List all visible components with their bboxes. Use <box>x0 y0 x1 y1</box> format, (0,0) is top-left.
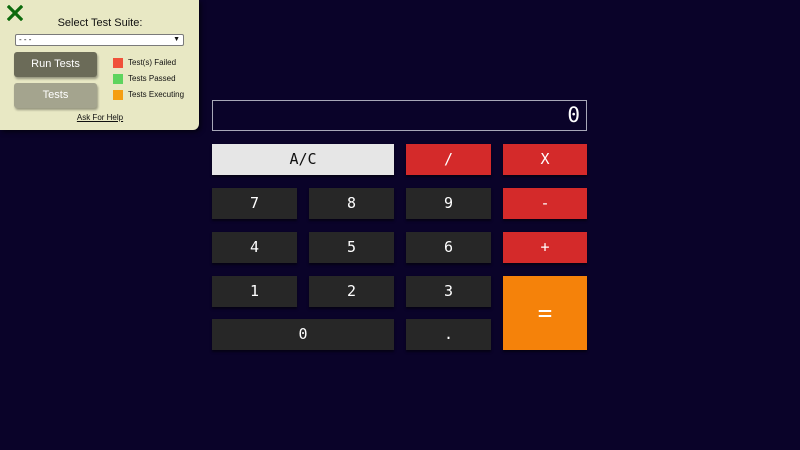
run-tests-button[interactable]: Run Tests <box>14 52 97 77</box>
suite-select-value: - - - <box>19 35 32 44</box>
legend-swatch-executing <box>113 90 123 100</box>
multiply-button[interactable]: X <box>503 144 587 175</box>
legend-swatch-passed <box>113 74 123 84</box>
digit-7-button[interactable]: 7 <box>212 188 297 219</box>
equals-button[interactable]: = <box>503 276 587 350</box>
legend-swatch-failed <box>113 58 123 68</box>
suite-title: Select Test Suite: <box>57 17 143 29</box>
add-button[interactable]: + <box>503 232 587 263</box>
test-suite-select[interactable]: - - - ▼ <box>15 34 184 46</box>
digit-6-button[interactable]: 6 <box>406 232 491 263</box>
digit-9-button[interactable]: 9 <box>406 188 491 219</box>
legend-label-passed: Tests Passed <box>128 74 176 83</box>
tests-button[interactable]: Tests <box>14 83 97 108</box>
clear-button[interactable]: A/C <box>212 144 394 175</box>
calculator-display: 0 <box>212 100 587 131</box>
legend-label-executing: Tests Executing <box>128 90 185 99</box>
divide-button[interactable]: / <box>406 144 491 175</box>
digit-8-button[interactable]: 8 <box>309 188 394 219</box>
test-suite-panel: Select Test Suite: - - - ▼ Run Tests Tes… <box>0 0 199 130</box>
subtract-button[interactable]: - <box>503 188 587 219</box>
digit-3-button[interactable]: 3 <box>406 276 491 307</box>
ask-for-help-link[interactable]: Ask For Help <box>0 113 200 122</box>
digit-2-button[interactable]: 2 <box>309 276 394 307</box>
digit-5-button[interactable]: 5 <box>309 232 394 263</box>
digit-0-button[interactable]: 0 <box>212 319 394 350</box>
digit-1-button[interactable]: 1 <box>212 276 297 307</box>
digit-4-button[interactable]: 4 <box>212 232 297 263</box>
chevron-down-icon: ▼ <box>173 36 180 43</box>
legend-label-failed: Test(s) Failed <box>128 58 177 67</box>
decimal-button[interactable]: . <box>406 319 491 350</box>
